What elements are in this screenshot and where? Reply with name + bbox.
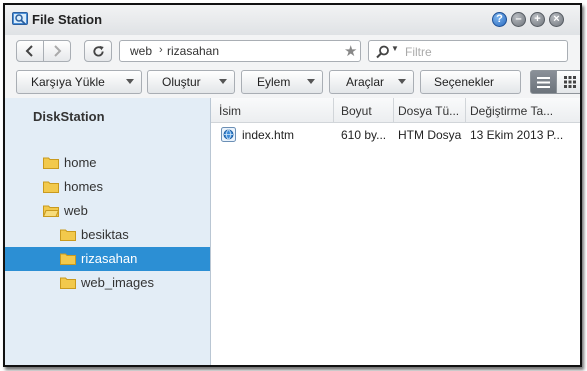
folder-icon xyxy=(43,181,59,193)
title-bar: File Station ? – + × xyxy=(5,5,580,35)
action-button[interactable]: Eylem xyxy=(241,70,323,94)
file-station-window: File Station ? – + × web › rizasahan ★ ▼… xyxy=(3,3,582,367)
maximize-icon[interactable]: + xyxy=(530,12,545,27)
column-header-type[interactable]: Dosya Tü... xyxy=(398,104,464,118)
file-station-icon xyxy=(12,12,28,25)
list-view-button[interactable] xyxy=(530,70,557,94)
tree-item-label: homes xyxy=(64,179,104,194)
settings-label: Seçenekler xyxy=(434,75,495,89)
list-view-icon xyxy=(537,76,550,88)
folder-icon xyxy=(60,277,76,289)
help-icon[interactable]: ? xyxy=(492,12,507,27)
path-segment-web[interactable]: web xyxy=(130,44,152,58)
file-modified: 13 Ekim 2013 P... xyxy=(470,128,564,142)
create-button[interactable]: Oluştur xyxy=(147,70,235,94)
create-label: Oluştur xyxy=(162,75,201,89)
forward-arrow-icon xyxy=(54,45,62,57)
file-row[interactable]: index.htm 610 by... HTM Dosya 13 Ekim 20… xyxy=(211,123,580,147)
chevron-down-icon xyxy=(307,79,315,84)
file-list-header: İsim Boyut Dosya Tü... Değiştirme Ta... xyxy=(211,98,580,123)
action-label: Eylem xyxy=(257,75,291,89)
column-header-size[interactable]: Boyut xyxy=(341,104,393,118)
tools-label: Araçlar xyxy=(346,75,385,89)
tree-item-web-images[interactable]: web_images xyxy=(5,271,210,295)
tree-item-label: home xyxy=(64,155,97,170)
tree-item-web[interactable]: web xyxy=(5,199,210,223)
filter-input[interactable]: ▼ Filtre xyxy=(368,40,568,62)
path-separator-icon: › xyxy=(159,44,163,56)
search-icon[interactable] xyxy=(376,45,390,59)
window-title: File Station xyxy=(32,12,103,27)
thumbnail-view-icon xyxy=(563,76,576,88)
path-segment-rizasahan[interactable]: rizasahan xyxy=(167,44,219,58)
file-name: index.htm xyxy=(242,128,295,142)
folder-icon xyxy=(60,229,76,241)
upload-label: Karşıya Yükle xyxy=(31,75,105,89)
tree-item-besiktas[interactable]: besiktas xyxy=(5,223,210,247)
star-icon[interactable]: ★ xyxy=(344,42,357,60)
refresh-icon xyxy=(92,45,104,57)
refresh-button[interactable] xyxy=(84,40,112,62)
back-arrow-icon xyxy=(25,45,33,57)
folder-tree: DiskStation home homes web besiktas riza… xyxy=(5,98,211,365)
folder-icon xyxy=(60,253,76,265)
chevron-down-icon xyxy=(398,79,406,84)
close-icon[interactable]: × xyxy=(549,12,564,27)
tree-item-label: web xyxy=(64,203,88,218)
back-button[interactable] xyxy=(16,40,44,62)
settings-button[interactable]: Seçenekler xyxy=(420,70,521,94)
folder-open-icon xyxy=(43,205,59,217)
tools-button[interactable]: Araçlar xyxy=(329,70,414,94)
tree-root-diskstation[interactable]: DiskStation xyxy=(33,109,105,124)
tree-item-homes[interactable]: homes xyxy=(5,175,210,199)
tree-item-rizasahan[interactable]: rizasahan xyxy=(5,247,210,271)
chevron-down-icon xyxy=(126,79,134,84)
minimize-icon[interactable]: – xyxy=(511,12,526,27)
column-divider[interactable] xyxy=(333,98,334,122)
upload-button[interactable]: Karşıya Yükle xyxy=(16,70,142,94)
html-file-icon xyxy=(221,127,236,142)
column-header-modified[interactable]: Değiştirme Ta... xyxy=(470,104,578,118)
tree-item-label: besiktas xyxy=(81,227,129,242)
chevron-down-icon[interactable]: ▼ xyxy=(391,44,399,53)
thumbnail-view-button[interactable] xyxy=(556,70,580,94)
tree-item-home[interactable]: home xyxy=(5,151,210,175)
folder-icon xyxy=(43,157,59,169)
file-size: 610 by... xyxy=(341,128,387,142)
tree-item-label: rizasahan xyxy=(81,251,138,266)
file-list: İsim Boyut Dosya Tü... Değiştirme Ta... … xyxy=(211,98,580,365)
file-type: HTM Dosya xyxy=(398,128,462,142)
column-header-name[interactable]: İsim xyxy=(219,104,329,118)
filter-placeholder: Filtre xyxy=(405,45,432,59)
forward-button[interactable] xyxy=(43,40,71,62)
chevron-down-icon xyxy=(219,79,227,84)
column-divider[interactable] xyxy=(465,98,466,122)
tree-item-label: web_images xyxy=(81,275,154,290)
path-bar[interactable]: web › rizasahan ★ xyxy=(119,40,361,62)
column-divider[interactable] xyxy=(393,98,394,122)
